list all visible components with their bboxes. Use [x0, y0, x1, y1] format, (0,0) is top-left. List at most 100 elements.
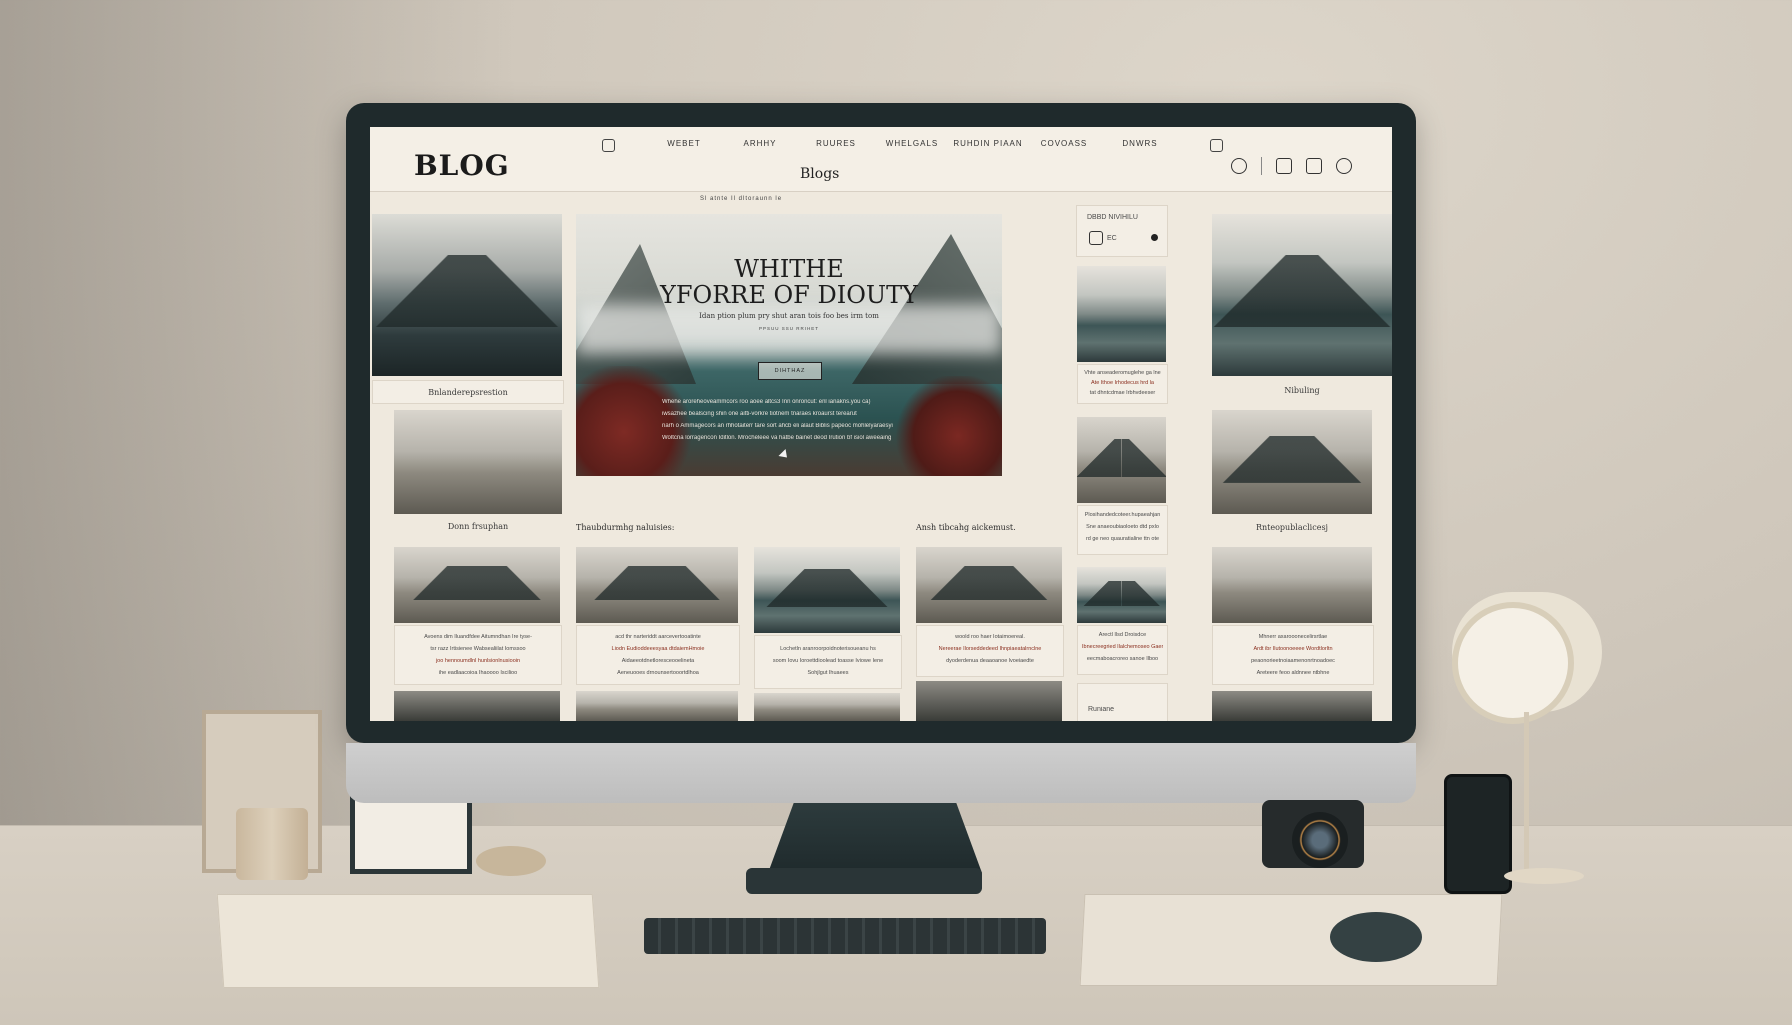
document-icon[interactable] [1276, 158, 1292, 174]
caption-text: Donn frsuphan [447, 522, 509, 531]
card-text: acd thr narteriddt aarcevertooatinte [615, 634, 701, 640]
card-text: Aeneuooes drnounsertooortdlhoa [617, 670, 699, 676]
site-logo[interactable]: BLOG [414, 149, 510, 182]
hero-button[interactable]: DIHTHAZ [758, 362, 822, 380]
nav-item-6[interactable]: COVOASS [1026, 139, 1102, 152]
monitor-stand [768, 803, 982, 873]
grid-card-3: Lochetln aranroorpoidnoterisoueanu hs so… [754, 635, 902, 689]
hero-text-line: narh o Ammagecors an rhhotaiterr tare so… [662, 423, 893, 429]
forest-image[interactable] [916, 681, 1062, 721]
header-tools [1231, 157, 1352, 175]
hero-text-line: Whehe aroreheoveammcors roo aoee altcs3 … [662, 399, 871, 405]
sidebar-radio-icon[interactable] [1151, 234, 1158, 241]
site-header: BLOG WEBET ARHHY RUURES WHELGALS RUHDIN … [370, 127, 1392, 192]
mousepad [1079, 894, 1503, 986]
hero-text-line: Woltcna lorragencon Iditlon. Mrocheleee … [662, 435, 892, 441]
mountain-lake-image[interactable] [1212, 214, 1392, 376]
sidebar-card-1: Vhte anseaderomuglehe ga lne Ate Ithoe I… [1077, 364, 1168, 404]
sidebar-card-text: Vhte anseaderomuglehe ga lne [1084, 370, 1161, 376]
nav-user-icon[interactable] [1178, 139, 1254, 152]
nav-item-2[interactable]: ARHHY [722, 139, 798, 152]
red-tree-left [576, 366, 696, 476]
sidebar-box-value: EC [1107, 235, 1117, 242]
desk-ornament [476, 846, 546, 876]
main-nav: WEBET ARHHY RUURES WHELGALS RUHDIN PIAAN… [570, 139, 1254, 152]
card-text: Areteere feoo aldnnee ntbhne [1256, 670, 1330, 676]
lake-boats-image[interactable] [754, 547, 900, 633]
section-heading-left: Thaubdurmhg naluisies: [576, 523, 675, 532]
fjord-image[interactable] [1077, 567, 1166, 623]
card-text: Mhnerr axarooonecelirsrtlae [1258, 634, 1328, 640]
sidebar-card-text: Sne anaeoubiaoloeto dtd pxlo [1086, 524, 1159, 530]
hero-title-line-2: YFORRE OF DIOUTY [660, 281, 918, 309]
hero-banner: WHITHE YFORRE OF DIOUTY Idan ption plum … [576, 214, 1002, 476]
pier-image[interactable] [372, 214, 562, 376]
river-valley-image[interactable] [1077, 417, 1166, 503]
sidebar-card-text: Ibnecreegried Ilalchemoseo Gaene [1082, 644, 1163, 650]
card-text: Ardt ibr Ilutoonoeeee Wordtlorltn [1253, 646, 1333, 652]
card-text: joo hennoumdlnl hunlsionlnusiooin [435, 658, 521, 664]
card-text: Avoens dim Iluandfdee Aitumndhan Ire tys… [424, 634, 532, 640]
clock-pole [1524, 712, 1529, 872]
camera-icon[interactable] [1306, 158, 1322, 174]
page-title: Blogs [800, 166, 840, 182]
village-valley-image[interactable] [1212, 410, 1372, 514]
grid-bottom-image-2[interactable] [576, 691, 738, 721]
right-bottom-image[interactable] [1212, 691, 1372, 721]
sidebar-avatar-icon[interactable] [1089, 231, 1103, 245]
ruins-image[interactable] [1212, 547, 1372, 623]
grid-card-1: Avoens dim Iluandfdee Aitumndhan Ire tys… [394, 625, 562, 685]
right-card: Mhnerr axarooonecelirsrtlae Ardt ibr Ilu… [1212, 625, 1374, 685]
city-pier-image[interactable] [394, 410, 562, 514]
toolbar-divider [1261, 157, 1262, 175]
grid-card-2: acd thr narteriddt aarcevertooatinte Lio… [576, 625, 740, 685]
nav-item-3[interactable]: RUURES [798, 139, 874, 152]
monitor-chin [346, 743, 1416, 803]
sidebar-card-2: Plosihandedcoteer.hupaeahjan Sne anaeoub… [1077, 505, 1168, 555]
sidebar-card-text: Plosihandedcoteer.hupaeahjan [1084, 512, 1161, 518]
caption-text: Rnteopublaclicesj [1255, 523, 1329, 532]
nav-item-4[interactable]: WHELGALS [874, 139, 950, 152]
misty-lake-image[interactable] [916, 547, 1062, 623]
wooden-cup [236, 808, 308, 880]
sidebar-footer-text: Runiane [1088, 706, 1115, 713]
hero-subtitle: Idan ption plum pry shut aran tois foo b… [699, 312, 879, 320]
hero-title-line-1: WHITHE [734, 255, 844, 283]
card-text: Lochetln aranroorpoidnoterisoueanu hs [780, 646, 876, 652]
mountain-peak-image[interactable] [394, 547, 560, 623]
keyboard[interactable] [644, 918, 1046, 954]
card-text: Aidaeeotdnetloresceooelineta [621, 658, 695, 664]
mouse[interactable] [1330, 912, 1422, 962]
sidebar-card-text: tat dhntcdmae Irbhvdeeser [1089, 390, 1156, 396]
hero-text-line: iwsazhee bealscing shin one aitti-vorkre… [662, 411, 857, 417]
nav-item-1[interactable]: WEBET [646, 139, 722, 152]
harbor-image[interactable] [1077, 266, 1166, 362]
card-text: woold roo haer Iotaimoereal. [955, 634, 1025, 640]
pen-icon[interactable] [1231, 158, 1247, 174]
valley-image[interactable] [576, 547, 738, 623]
sidebar-card-text: rd ge neo quauratialine ttn ote [1085, 536, 1160, 542]
sidebar-card-3: Arectl Ilsd Droisdce Ibnecreegried Ilalc… [1077, 625, 1168, 675]
card-text: Nereerae Ilorseddedeed Ihnpiaeatalrnclne [938, 646, 1042, 652]
nav-item-5[interactable]: RUHDIN PIAAN [950, 139, 1026, 152]
magazine [216, 894, 600, 988]
grid-bottom-image-3[interactable] [754, 693, 900, 721]
card-text: ihe eadlaacoioa Ihaoooo Iscilioo [438, 670, 518, 676]
card-text: soom Iovu Ioroettdioolead toasse Iviowe … [772, 658, 884, 664]
monitor-foot [746, 868, 982, 894]
edit-icon[interactable] [1336, 158, 1352, 174]
clock-face [1452, 602, 1574, 724]
card-text: peaonorieetnoiaamenonrtnoadoec [1251, 658, 1335, 664]
nav-home-icon[interactable] [570, 139, 646, 152]
sidebar-card-text: eecmaboacroreo sanoe Ilboo [1086, 656, 1159, 662]
mouse-cursor-icon [778, 448, 791, 462]
nav-item-7[interactable]: DNWRS [1102, 139, 1178, 152]
camera-lens [1292, 812, 1348, 868]
sidebar-footer: Runiane [1077, 683, 1168, 721]
smartphone [1444, 774, 1512, 894]
clock-base [1504, 868, 1584, 884]
sidebar-box-title: DBBD NIVIHILU [1087, 214, 1138, 221]
sidebar-box: DBBD NIVIHILU EC [1076, 205, 1168, 257]
grid-bottom-image-1[interactable] [394, 691, 560, 721]
card-text: Sohjlgut Ihuaees [807, 670, 849, 676]
